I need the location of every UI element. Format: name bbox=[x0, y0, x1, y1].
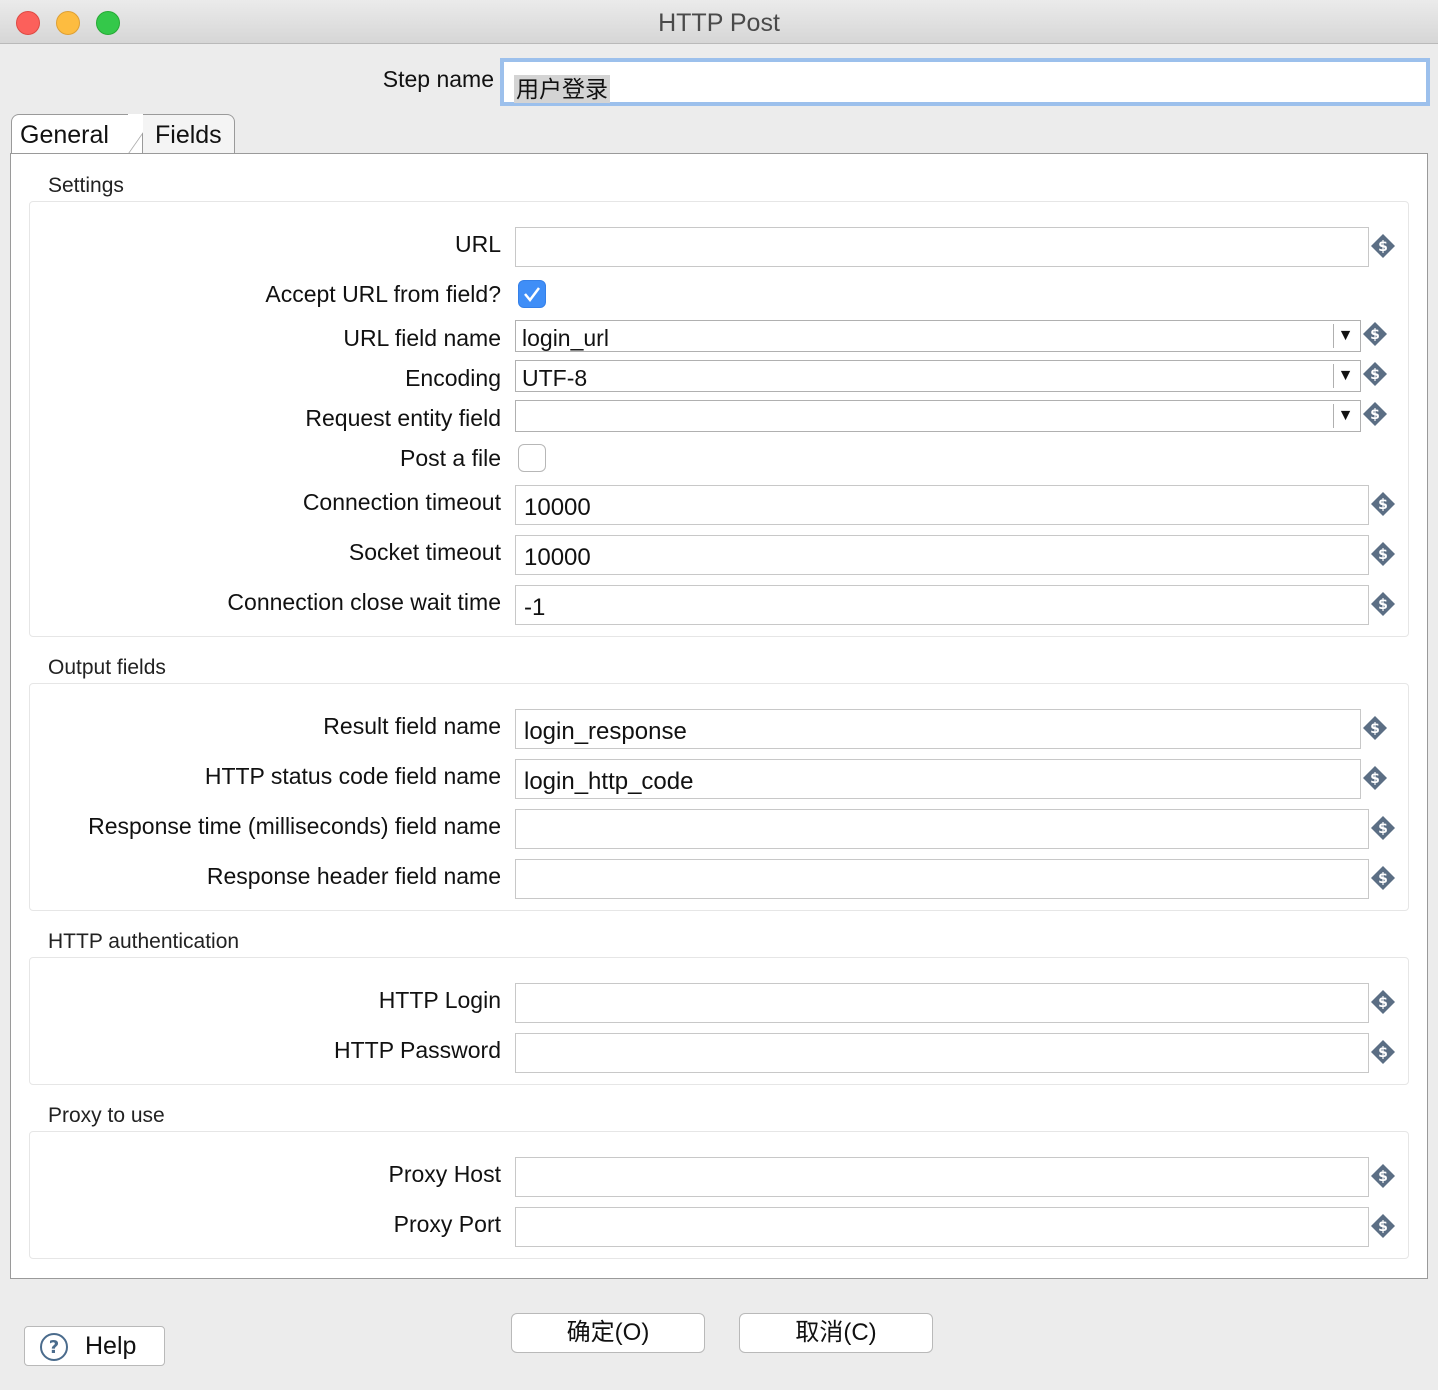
step-name-label: Step name bbox=[382, 66, 494, 92]
url-field-name-select[interactable]: login_url ▼ bbox=[515, 320, 1361, 352]
socket-timeout-input[interactable]: 10000 bbox=[515, 535, 1369, 575]
connection-timeout-input[interactable]: 10000 bbox=[515, 485, 1369, 525]
svg-text:$: $ bbox=[1370, 407, 1380, 423]
variable-dollar-icon[interactable]: $ bbox=[1370, 1213, 1396, 1239]
encoding-select[interactable]: UTF-8 ▼ bbox=[515, 360, 1361, 392]
variable-dollar-icon[interactable]: $ bbox=[1370, 491, 1396, 517]
settings-group-title: Settings bbox=[48, 174, 124, 197]
svg-text:$: $ bbox=[1378, 1169, 1388, 1185]
step-name-value: 用户登录 bbox=[514, 75, 610, 103]
tab-fields[interactable]: Fields bbox=[143, 114, 235, 154]
response-time-field-label: Response time (milliseconds) field name bbox=[88, 813, 501, 839]
tab-general[interactable]: General bbox=[11, 114, 156, 154]
variable-dollar-icon[interactable]: $ bbox=[1370, 815, 1396, 841]
url-field-name-label: URL field name bbox=[343, 325, 501, 351]
http-login-label: HTTP Login bbox=[378, 987, 501, 1013]
http-password-label: HTTP Password bbox=[333, 1037, 501, 1063]
window-title: HTTP Post bbox=[658, 9, 780, 37]
help-button[interactable]: ? Help bbox=[24, 1326, 165, 1366]
variable-dollar-icon[interactable]: $ bbox=[1370, 591, 1396, 617]
proxy-host-label: Proxy Host bbox=[388, 1161, 501, 1187]
response-header-field-input[interactable] bbox=[515, 859, 1369, 899]
post-file-checkbox[interactable] bbox=[518, 444, 546, 472]
svg-text:$: $ bbox=[1378, 239, 1388, 255]
variable-dollar-icon[interactable]: $ bbox=[1362, 401, 1388, 427]
result-field-label: Result field name bbox=[323, 713, 501, 739]
svg-text:$: $ bbox=[1378, 1219, 1388, 1235]
step-name-input[interactable]: 用户登录 bbox=[500, 58, 1430, 106]
response-time-field-input[interactable] bbox=[515, 809, 1369, 849]
output-group-title: Output fields bbox=[48, 656, 166, 679]
connection-timeout-label: Connection timeout bbox=[302, 489, 501, 515]
http-login-input[interactable] bbox=[515, 983, 1369, 1023]
svg-text:$: $ bbox=[1378, 995, 1388, 1011]
svg-text:$: $ bbox=[1370, 771, 1380, 787]
result-field-input[interactable]: login_response bbox=[515, 709, 1361, 749]
status-code-field-label: HTTP status code field name bbox=[204, 763, 501, 789]
variable-dollar-icon[interactable]: $ bbox=[1362, 361, 1388, 387]
help-button-label: Help bbox=[85, 1332, 137, 1360]
svg-text:$: $ bbox=[1378, 497, 1388, 513]
socket-timeout-label: Socket timeout bbox=[348, 539, 501, 565]
accept-url-label: Accept URL from field? bbox=[265, 281, 501, 307]
variable-dollar-icon[interactable]: $ bbox=[1370, 865, 1396, 891]
post-file-label: Post a file bbox=[400, 445, 501, 471]
svg-text:$: $ bbox=[1378, 871, 1388, 887]
dropdown-arrow-icon[interactable]: ▼ bbox=[1333, 404, 1357, 428]
svg-text:$: $ bbox=[1370, 721, 1380, 737]
checkmark-icon bbox=[524, 287, 540, 303]
http-password-input[interactable] bbox=[515, 1033, 1369, 1073]
proxy-port-label: Proxy Port bbox=[393, 1211, 501, 1237]
variable-dollar-icon[interactable]: $ bbox=[1362, 765, 1388, 791]
svg-text:$: $ bbox=[1378, 821, 1388, 837]
url-field-name-value: login_url bbox=[522, 325, 609, 351]
request-entity-select[interactable]: ▼ bbox=[515, 400, 1361, 432]
auth-group-title: HTTP authentication bbox=[48, 930, 240, 953]
response-header-field-label: Response header field name bbox=[206, 863, 501, 889]
request-entity-label: Request entity field bbox=[305, 405, 501, 431]
variable-dollar-icon[interactable]: $ bbox=[1362, 321, 1388, 347]
ok-button[interactable]: 确定(O) bbox=[511, 1313, 705, 1353]
url-input[interactable] bbox=[515, 227, 1369, 267]
proxy-group-title: Proxy to use bbox=[48, 1104, 165, 1127]
title-bar: HTTP Post bbox=[0, 0, 1438, 44]
svg-text:$: $ bbox=[1370, 327, 1380, 343]
accept-url-checkbox[interactable] bbox=[518, 280, 546, 308]
svg-text:$: $ bbox=[1378, 1045, 1388, 1061]
cancel-button[interactable]: 取消(C) bbox=[739, 1313, 933, 1353]
variable-dollar-icon[interactable]: $ bbox=[1370, 989, 1396, 1015]
close-wait-label: Connection close wait time bbox=[227, 589, 501, 615]
question-circle-icon: ? bbox=[40, 1333, 68, 1361]
close-wait-input[interactable]: -1 bbox=[515, 585, 1369, 625]
status-code-field-input[interactable]: login_http_code bbox=[515, 759, 1361, 799]
variable-dollar-icon[interactable]: $ bbox=[1370, 1039, 1396, 1065]
svg-text:$: $ bbox=[1378, 547, 1388, 563]
proxy-host-input[interactable] bbox=[515, 1157, 1369, 1197]
svg-text:?: ? bbox=[49, 1337, 59, 1358]
variable-dollar-icon[interactable]: $ bbox=[1370, 1163, 1396, 1189]
encoding-label: Encoding bbox=[405, 365, 501, 391]
variable-dollar-icon[interactable]: $ bbox=[1370, 233, 1396, 259]
url-label: URL bbox=[454, 231, 501, 257]
svg-text:$: $ bbox=[1370, 367, 1380, 383]
svg-text:$: $ bbox=[1378, 597, 1388, 613]
dropdown-arrow-icon[interactable]: ▼ bbox=[1333, 364, 1357, 388]
variable-dollar-icon[interactable]: $ bbox=[1362, 715, 1388, 741]
encoding-value: UTF-8 bbox=[522, 365, 588, 391]
variable-dollar-icon[interactable]: $ bbox=[1370, 541, 1396, 567]
proxy-port-input[interactable] bbox=[515, 1207, 1369, 1247]
dropdown-arrow-icon[interactable]: ▼ bbox=[1333, 324, 1357, 348]
